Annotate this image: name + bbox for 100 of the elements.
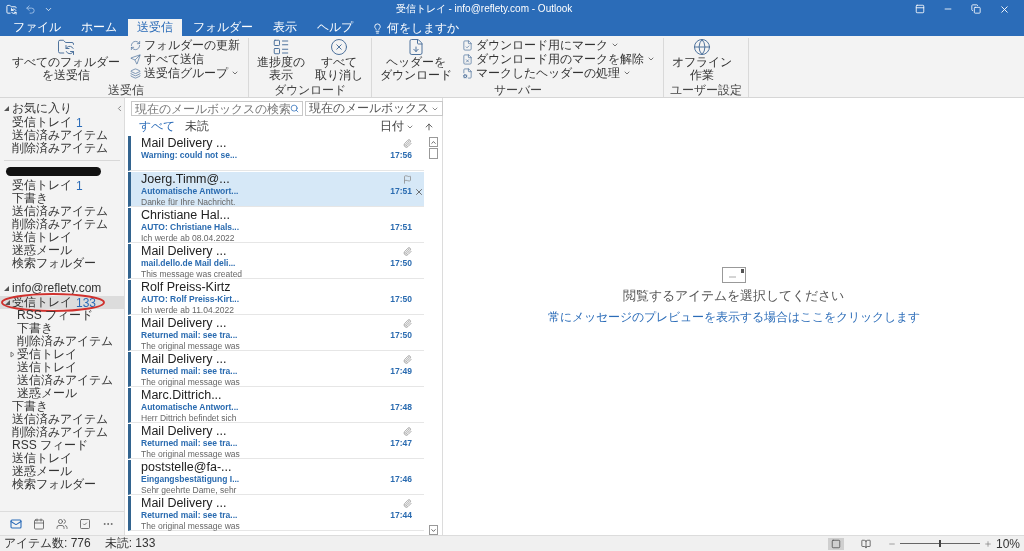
subject: Returned mail: see tra...	[141, 330, 239, 341]
mail-item[interactable]: Mail Delivery ... Returned mail: see tra... 17:44 The original message was	[128, 496, 424, 531]
preview: The original message was	[141, 341, 241, 351]
layers-icon	[130, 67, 141, 79]
ribbon-button[interactable]: すべて 取り消し	[313, 38, 365, 84]
ribbon-tab[interactable]: ヘルプ	[308, 19, 362, 36]
folder-item[interactable]: 検索フォルダー	[0, 478, 124, 491]
preview: Sehr geehrte Dame, sehr	[141, 485, 238, 495]
folder-item[interactable]: 迷惑メール	[0, 244, 124, 257]
delete-icon[interactable]	[414, 186, 424, 197]
time: 17:48	[389, 402, 412, 413]
reading-view-icon	[860, 538, 871, 549]
expanded-icon[interactable]	[3, 104, 10, 112]
mail-item[interactable]: Mail Delivery ... Returned mail: see tra... 17:49 The original message was	[128, 352, 424, 387]
paperclip-icon	[403, 354, 412, 364]
ribbon-button[interactable]: フォルダーの更新	[128, 38, 242, 52]
sort-dropdown[interactable]: 日付	[380, 118, 414, 135]
search-field[interactable]: 現在のメールボックスの検索	[131, 101, 303, 116]
ribbon-button[interactable]: マークしたヘッダーの処理	[460, 66, 657, 80]
scope-dropdown[interactable]: 現在のメールボックス	[305, 101, 443, 116]
mail-item[interactable]: Mail Delivery ... Returned mail: see tra... 17:50 The original message was	[128, 316, 424, 351]
mail-item[interactable]: Joerg.Timm@... Automatische Antwort... 17:51 Danke für Ihre Nachricht.	[128, 172, 424, 207]
envelope-icon	[721, 267, 746, 283]
preview: The original message was	[141, 449, 241, 459]
view-button[interactable]	[827, 537, 844, 550]
restore-icon[interactable]	[971, 4, 981, 14]
sort-direction-icon[interactable]	[424, 121, 434, 132]
ribbon-tab[interactable]: 送受信	[128, 19, 182, 36]
folder-item[interactable]: 削除済みアイテム	[0, 142, 124, 155]
send-receive-icon[interactable]	[6, 3, 17, 15]
ribbon-button[interactable]: ダウンロード用にマーク	[460, 38, 657, 52]
sender: Mail Delivery ...	[141, 244, 228, 258]
mail-item[interactable]: Mail Delivery ... mail.dello.de Mail deli... 17:50 This message was created	[128, 244, 424, 279]
preview: Herr Dittrich befindet sich	[141, 413, 238, 423]
folder-item[interactable]: 迷惑メール	[0, 465, 124, 478]
ribbon-button[interactable]: ヘッダーを ダウンロード	[378, 38, 454, 84]
folder-item[interactable]: 送信済みアイテム	[0, 129, 124, 142]
ribbon-tab[interactable]: フォルダー	[184, 19, 262, 36]
folder-item[interactable]: 削除済みアイテム	[0, 218, 124, 231]
folder-item[interactable]: 迷惑メール	[0, 387, 124, 400]
ribbon-button[interactable]: 送受信グループ	[128, 66, 242, 80]
folder-item[interactable]: RSS フィード	[0, 439, 124, 452]
time: 17:44	[389, 510, 412, 521]
folder-item[interactable]: 削除済みアイテム	[0, 335, 124, 348]
mail-item[interactable]: Marc.Dittrich... Automatische Antwort... 17:48 Herr Dittrich befindet sich	[128, 388, 424, 423]
scroll-down-button[interactable]	[428, 525, 438, 535]
ribbon-button[interactable]: 進捗度の 表示	[255, 38, 307, 84]
sender: Mail Delivery ...	[141, 352, 228, 366]
folder-item[interactable]: 送信済みアイテム	[0, 413, 124, 426]
folder-item[interactable]: RSS フィード	[0, 309, 124, 322]
ribbon-button[interactable]: すべて送信	[128, 52, 242, 66]
preview: Ich werde ab 11.04.2022	[141, 305, 235, 315]
section-title[interactable]: お気に入り	[12, 99, 113, 117]
undo-icon[interactable]	[25, 3, 36, 15]
chevron-down-icon	[429, 526, 437, 534]
mail-item[interactable]: Mail Delivery ... Warning: could not se... 17:56	[128, 136, 424, 171]
collapse-icon[interactable]	[115, 103, 124, 113]
folder-item[interactable]: 送信トレイ	[0, 361, 124, 374]
section-title[interactable]: info@reflety.com	[12, 281, 124, 295]
ribbon-button[interactable]: オフライン 作業	[670, 38, 734, 84]
lightbulb-icon[interactable]	[372, 22, 383, 34]
ribbon-button[interactable]: すべてのフォルダー を送受信	[10, 38, 122, 84]
folder-item[interactable]: 送信済みアイテム	[0, 205, 124, 218]
mail-item[interactable]: Mail Delivery ... Returned mail: see tra... 17:47 The original message was	[128, 424, 424, 459]
preview-link[interactable]: 常にメッセージのプレビューを表示する場合はここをクリックします	[547, 309, 920, 326]
ribbon-button[interactable]: ダウンロード用のマークを解除	[460, 52, 657, 66]
filter-tab[interactable]: 未読	[185, 116, 209, 137]
expanded-icon[interactable]	[3, 284, 10, 292]
folder-item[interactable]: 削除済みアイテム	[0, 426, 124, 439]
zoom-thumb[interactable]	[938, 540, 941, 547]
folder-item[interactable]: 下書き	[0, 192, 124, 205]
folder-item[interactable]: 送信トレイ	[0, 231, 124, 244]
flag-icon[interactable]	[403, 174, 412, 184]
mail-item[interactable]: Rolf Preiss-Kirtz AUTO: Rolf Preiss-Kirt... 17:50 Ich werde ab 11.04.2022	[128, 280, 424, 315]
ribbon-tab[interactable]: ファイル	[4, 19, 70, 36]
expanded-icon[interactable]	[4, 299, 11, 306]
scroll-thumb[interactable]	[428, 148, 438, 159]
collapsed-icon[interactable]	[9, 351, 16, 358]
close-icon[interactable]	[999, 3, 1010, 15]
search-icon[interactable]	[290, 104, 299, 113]
folder-item[interactable]: 検索フォルダー	[0, 257, 124, 270]
folder-item[interactable]: 下書き	[0, 400, 124, 413]
tell-me-field[interactable]: 何をしますか	[387, 19, 459, 37]
scroll-up-button[interactable]	[428, 137, 438, 147]
ribbon-tab[interactable]: 表示	[264, 19, 306, 36]
mail-item[interactable]: poststelle@fa-... Eingangsbestätigung I... 17:46 Sehr geehrte Dame, sehr	[128, 460, 424, 495]
folder-item[interactable]: 受信トレイ 1	[0, 116, 124, 129]
subject: Returned mail: see tra...	[141, 438, 239, 449]
preview: Danke für Ihre Nachricht.	[141, 197, 237, 207]
folder-item[interactable]: 受信トレイ 1	[0, 179, 124, 192]
ribbon-options-icon[interactable]	[915, 4, 925, 14]
folder-item[interactable]: 受信トレイ	[0, 348, 124, 361]
zoom-in-icon[interactable]	[983, 539, 992, 548]
group-label: ダウンロード	[273, 84, 347, 97]
mail-item[interactable]: Christiane Hal... AUTO: Christiane Hals... 17:51 Ich werde ab 08.04.2022	[128, 208, 424, 243]
folder-item[interactable]: 送信トレイ	[0, 452, 124, 465]
paperclip-icon	[403, 246, 412, 256]
folder-item[interactable]: 送信済みアイテム	[0, 374, 124, 387]
ribbon-tab[interactable]: ホーム	[72, 19, 126, 36]
folder-item[interactable]: 下書き	[0, 322, 124, 335]
